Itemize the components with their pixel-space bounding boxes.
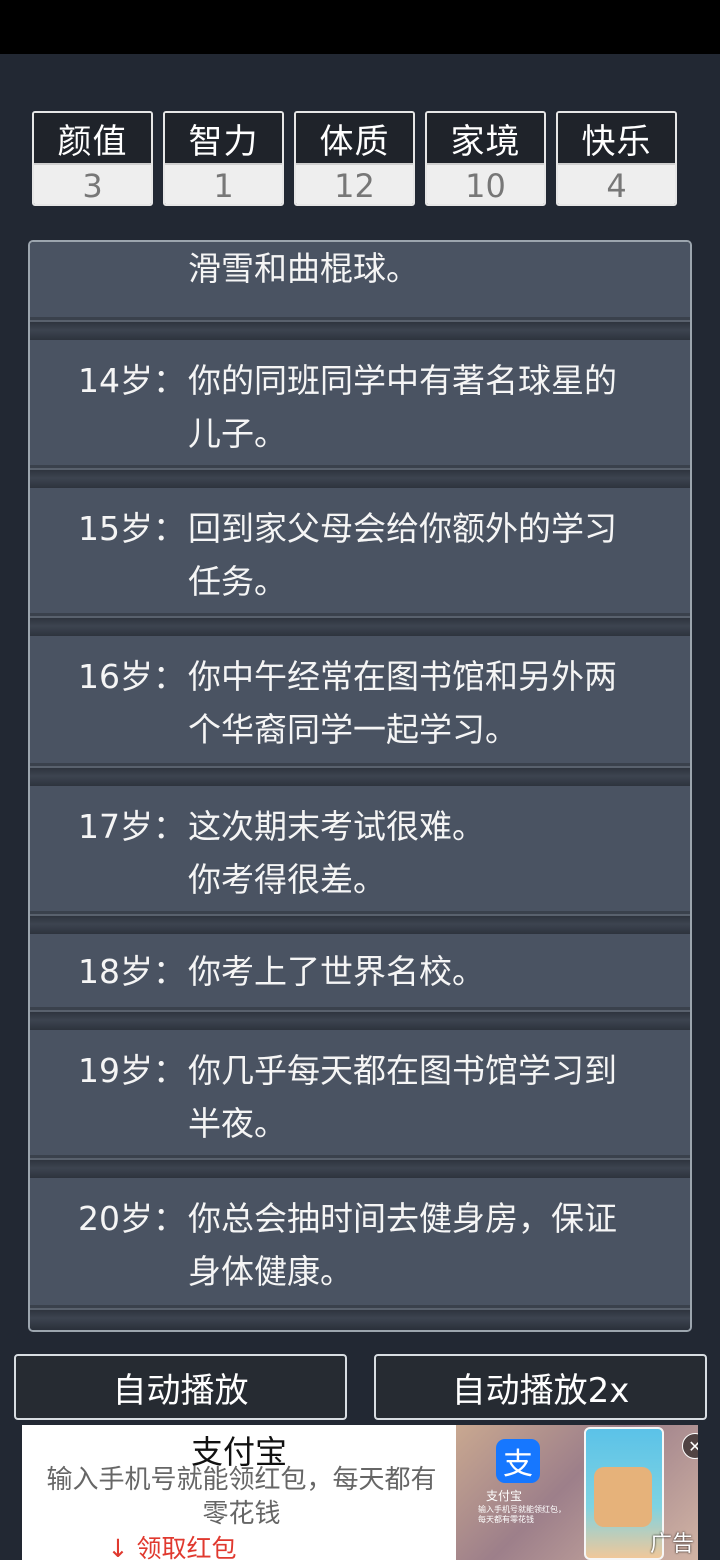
event-text: 你中午经常在图书馆和另外两 个华裔同学一起学习。	[188, 657, 617, 749]
event-age: 19岁：	[78, 1051, 186, 1090]
entry-divider	[30, 1158, 690, 1180]
stat-value: 4	[558, 163, 675, 204]
event-age: 18岁：	[78, 952, 186, 991]
autoplay-button[interactable]: 自动播放	[14, 1354, 347, 1420]
entry-divider	[30, 766, 690, 788]
alipay-logo-icon: 支	[496, 1439, 540, 1483]
event-text: 回到家父母会给你额外的学习 任务。	[188, 509, 617, 601]
stat-intelligence: 智力 1	[163, 111, 284, 206]
ad-image[interactable]: 支 支付宝 输入手机号就能领红包，每天都有零花钱 ✕ 广告	[456, 1425, 698, 1560]
stat-label: 体质	[296, 113, 413, 163]
close-icon[interactable]: ✕	[682, 1433, 698, 1459]
event-entry: 20岁： 你总会抽时间去健身房，保证 身体健康。	[30, 1178, 690, 1308]
stat-appearance: 颜值 3	[32, 111, 153, 206]
event-entry: 滑雪和曲棍球。	[30, 242, 690, 320]
ad-brand-name: 支付宝	[486, 1489, 523, 1503]
event-entry: 19岁： 你几乎每天都在图书馆学习到 半夜。	[30, 1030, 690, 1158]
event-age: 14岁：	[78, 361, 186, 400]
event-entry: 15岁： 回到家父母会给你额外的学习 任务。	[30, 488, 690, 616]
stat-label: 智力	[165, 113, 282, 163]
status-bar	[0, 0, 720, 54]
bread-image	[594, 1467, 652, 1527]
attribute-panel: 颜值 3 智力 1 体质 12 家境 10 快乐 4	[32, 111, 677, 206]
event-text: 你几乎每天都在图书馆学习到 半夜。	[188, 1051, 617, 1143]
ad-text-panel[interactable]: 支付宝 输入手机号就能领红包，每天都有零花钱 ↓ 领取红包	[22, 1425, 456, 1560]
event-age: 15岁：	[78, 509, 186, 548]
event-age: 17岁：	[78, 807, 186, 846]
ad-description: 输入手机号就能领红包，每天都有零花钱	[46, 1465, 437, 1529]
autoplay-2x-button[interactable]: 自动播放2x	[374, 1354, 707, 1420]
stat-value: 1	[165, 163, 282, 204]
event-entry: 18岁： 你考上了世界名校。	[30, 934, 690, 1010]
stat-value: 3	[34, 163, 151, 204]
entry-divider	[30, 468, 690, 490]
event-text: 这次期末考试很难。 你考得很差。	[188, 807, 485, 899]
entry-divider	[30, 1010, 690, 1032]
ad-label: 广告	[649, 1532, 694, 1557]
event-entry: 16岁： 你中午经常在图书馆和另外两 个华裔同学一起学习。	[30, 636, 690, 766]
ad-banner[interactable]: 支付宝 输入手机号就能领红包，每天都有零花钱 ↓ 领取红包 支 支付宝 输入手机…	[22, 1425, 698, 1560]
event-text: 你的同班同学中有著名球星的 儿子。	[188, 361, 617, 453]
stat-physique: 体质 12	[294, 111, 415, 206]
event-text: 你考上了世界名校。	[188, 952, 485, 991]
entry-divider	[30, 320, 690, 342]
event-text: 滑雪和曲棍球。	[188, 249, 419, 288]
entry-divider	[30, 616, 690, 638]
entry-divider	[30, 914, 690, 936]
stat-happiness: 快乐 4	[556, 111, 677, 206]
stat-value: 10	[427, 163, 544, 204]
stat-label: 家境	[427, 113, 544, 163]
event-text: 你总会抽时间去健身房，保证 身体健康。	[188, 1199, 617, 1291]
life-event-log[interactable]: 滑雪和曲棍球。 14岁： 你的同班同学中有著名球星的 儿子。 15岁： 回到家父…	[28, 240, 692, 1332]
ad-cta-link[interactable]: ↓ 领取红包	[22, 1529, 322, 1560]
stat-label: 快乐	[558, 113, 675, 163]
stat-family: 家境 10	[425, 111, 546, 206]
ad-image-caption: 输入手机号就能领红包，每天都有零花钱	[478, 1505, 566, 1524]
entry-divider	[30, 1308, 690, 1330]
event-age: 16岁：	[78, 657, 186, 696]
event-entry: 14岁： 你的同班同学中有著名球星的 儿子。	[30, 340, 690, 468]
stat-value: 12	[296, 163, 413, 204]
event-age: 20岁：	[78, 1199, 186, 1238]
stat-label: 颜值	[34, 113, 151, 163]
event-entry: 17岁： 这次期末考试很难。 你考得很差。	[30, 786, 690, 914]
